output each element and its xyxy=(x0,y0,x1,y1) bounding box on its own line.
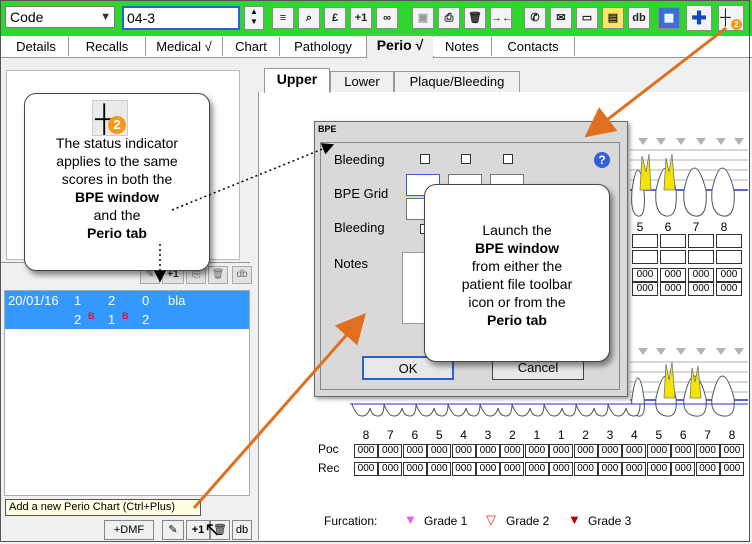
window-frame xyxy=(0,0,750,542)
